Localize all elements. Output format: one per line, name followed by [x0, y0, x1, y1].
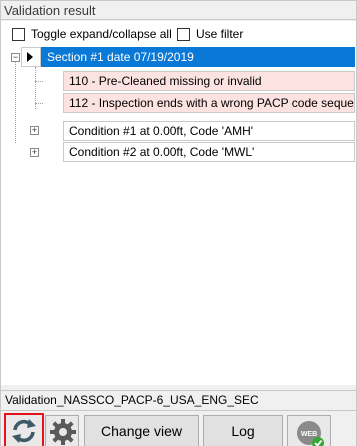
tree-condition-row[interactable]: Condition #2 at 0.00ft, Code 'MWL' [63, 142, 355, 162]
section-collapse-toggle[interactable]: − [11, 53, 20, 62]
web-button[interactable]: WEB [287, 415, 331, 446]
log-button[interactable]: Log [203, 415, 283, 446]
validation-tree: − Section #1 date 07/19/2019 110 - Pre-C… [1, 43, 356, 385]
tree-guide-line [35, 103, 43, 104]
toggle-expand-label[interactable]: Toggle expand/collapse all [31, 27, 172, 41]
row-pointer-icon [27, 52, 33, 62]
validation-panel: Validation result Toggle expand/collapse… [0, 0, 357, 446]
tree-condition-row[interactable]: Condition #1 at 0.00ft, Code 'AMH' [63, 121, 355, 141]
refresh-button[interactable] [4, 413, 44, 446]
condition-expand-toggle[interactable]: + [30, 148, 39, 157]
bottom-toolbar: Change view Log WEB [1, 410, 356, 446]
web-badge-label: WEB [301, 431, 317, 438]
condition-expand-toggle[interactable]: + [30, 126, 39, 135]
settings-button[interactable] [45, 415, 79, 446]
tree-section-row[interactable]: Section #1 date 07/19/2019 [41, 47, 355, 67]
toggle-expand-checkbox[interactable] [12, 28, 25, 41]
tree-error-row[interactable]: 110 - Pre-Cleaned missing or invalid [63, 71, 355, 91]
use-filter-checkbox[interactable] [177, 28, 190, 41]
gear-icon [50, 419, 76, 445]
refresh-icon [12, 419, 36, 443]
web-check-icon: WEB [297, 421, 324, 446]
options-bar: Toggle expand/collapse all Use filter [1, 21, 356, 43]
use-filter-label[interactable]: Use filter [196, 27, 243, 41]
tree-guide-line [35, 81, 43, 82]
tree-error-row[interactable]: 112 - Inspection ends with a wrong PACP … [63, 93, 355, 113]
tree-guide-line [15, 61, 16, 143]
validation-profile-label: Validation_NASSCO_PACP-6_USA_ENG_SEC [1, 390, 356, 410]
change-view-button[interactable]: Change view [84, 415, 199, 446]
panel-title: Validation result [1, 1, 356, 20]
